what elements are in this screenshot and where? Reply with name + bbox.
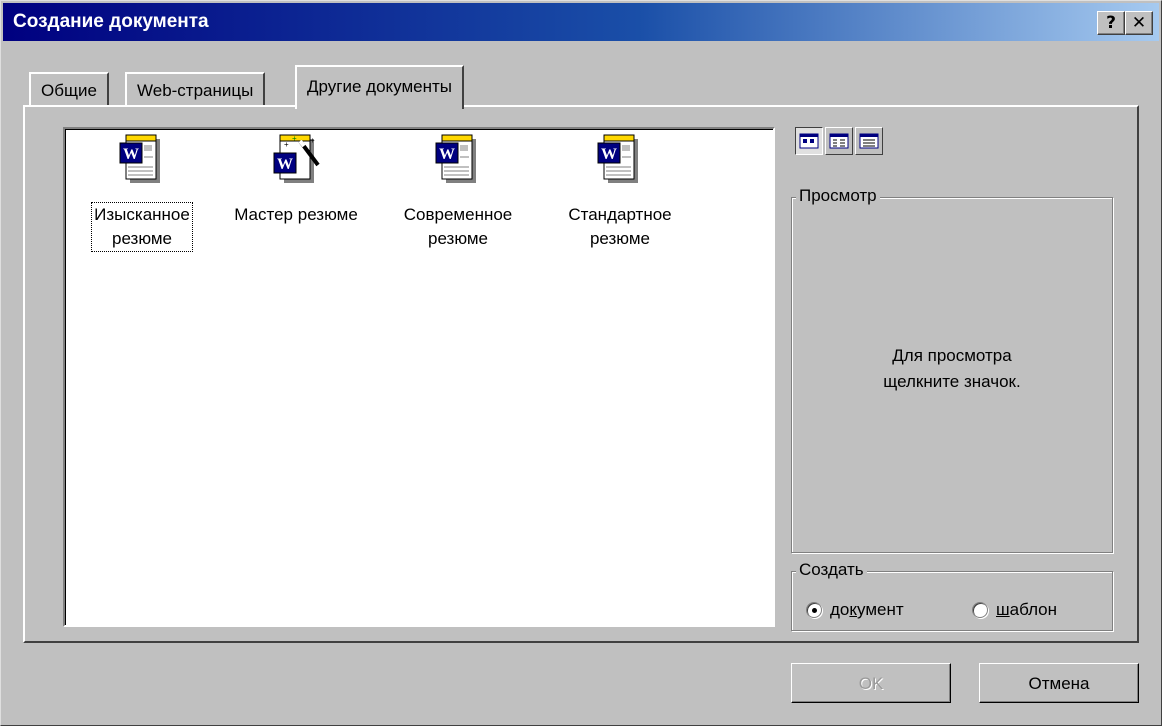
- create-group: Создать документ шаблон: [791, 560, 1113, 631]
- close-button[interactable]: ✕: [1125, 11, 1153, 35]
- tab-other-documents[interactable]: Другие документы: [295, 65, 464, 109]
- template-radio[interactable]: [972, 602, 988, 618]
- help-button[interactable]: ?: [1097, 11, 1125, 35]
- details-view-button[interactable]: [855, 127, 883, 155]
- document-radio-label: документ: [830, 600, 904, 619]
- svg-text:+: +: [292, 134, 297, 143]
- svg-text:W: W: [601, 146, 617, 163]
- list-item-elegant-resume[interactable]: W Изысканное резюме: [67, 133, 217, 252]
- list-item-standard-resume[interactable]: W Стандартное резюме: [545, 133, 695, 251]
- preview-message: Для просмотра щелкните значок.: [883, 346, 1021, 391]
- large-icons-view-button[interactable]: [795, 127, 823, 155]
- svg-text:W: W: [123, 146, 139, 163]
- list-item-modern-resume[interactable]: W Современное резюме: [383, 133, 533, 251]
- large-icons-icon: [799, 133, 819, 149]
- document-label: Современное резюме: [403, 205, 513, 248]
- template-radio-option[interactable]: шаблон: [972, 600, 1057, 620]
- preview-legend: Просмотр: [796, 186, 880, 206]
- title-bar[interactable]: Создание документа ? ✕: [3, 3, 1159, 41]
- document-label: Мастер резюме: [234, 205, 358, 224]
- svg-text:W: W: [277, 156, 293, 173]
- list-icon: [829, 133, 849, 149]
- details-icon: [859, 133, 879, 149]
- document-radio-option[interactable]: документ: [806, 600, 904, 620]
- svg-text:+: +: [310, 136, 315, 145]
- svg-text:+: +: [284, 140, 289, 149]
- preview-group: Просмотр Для просмотра щелкните значок.: [791, 186, 1113, 553]
- template-radio-label: шаблон: [996, 600, 1058, 619]
- create-document-dialog: Создание документа ? ✕ Общие Web-страниц…: [0, 0, 1162, 726]
- word-wizard-icon: W + + +: [270, 133, 322, 189]
- document-list[interactable]: W Изысканное резюме W + + + Мастер резюм…: [63, 127, 775, 627]
- create-legend: Создать: [796, 560, 867, 580]
- word-document-icon: W: [116, 133, 168, 189]
- word-document-icon: W: [594, 133, 646, 189]
- document-label: Стандартное резюме: [568, 205, 672, 248]
- tab-general[interactable]: Общие: [29, 72, 109, 107]
- document-radio[interactable]: [806, 602, 822, 618]
- ok-button[interactable]: OK: [791, 663, 951, 703]
- word-document-icon: W: [432, 133, 484, 189]
- cancel-button[interactable]: Отмена: [979, 663, 1139, 703]
- list-view-button[interactable]: [825, 127, 853, 155]
- document-label: Изысканное резюме: [91, 202, 193, 252]
- tab-web-pages[interactable]: Web-страницы: [125, 72, 266, 107]
- svg-text:W: W: [439, 146, 455, 163]
- window-title: Создание документа: [13, 11, 209, 32]
- tab-panel: W Изысканное резюме W + + + Мастер резюм…: [23, 105, 1139, 643]
- list-item-resume-wizard[interactable]: W + + + Мастер резюме: [221, 133, 371, 227]
